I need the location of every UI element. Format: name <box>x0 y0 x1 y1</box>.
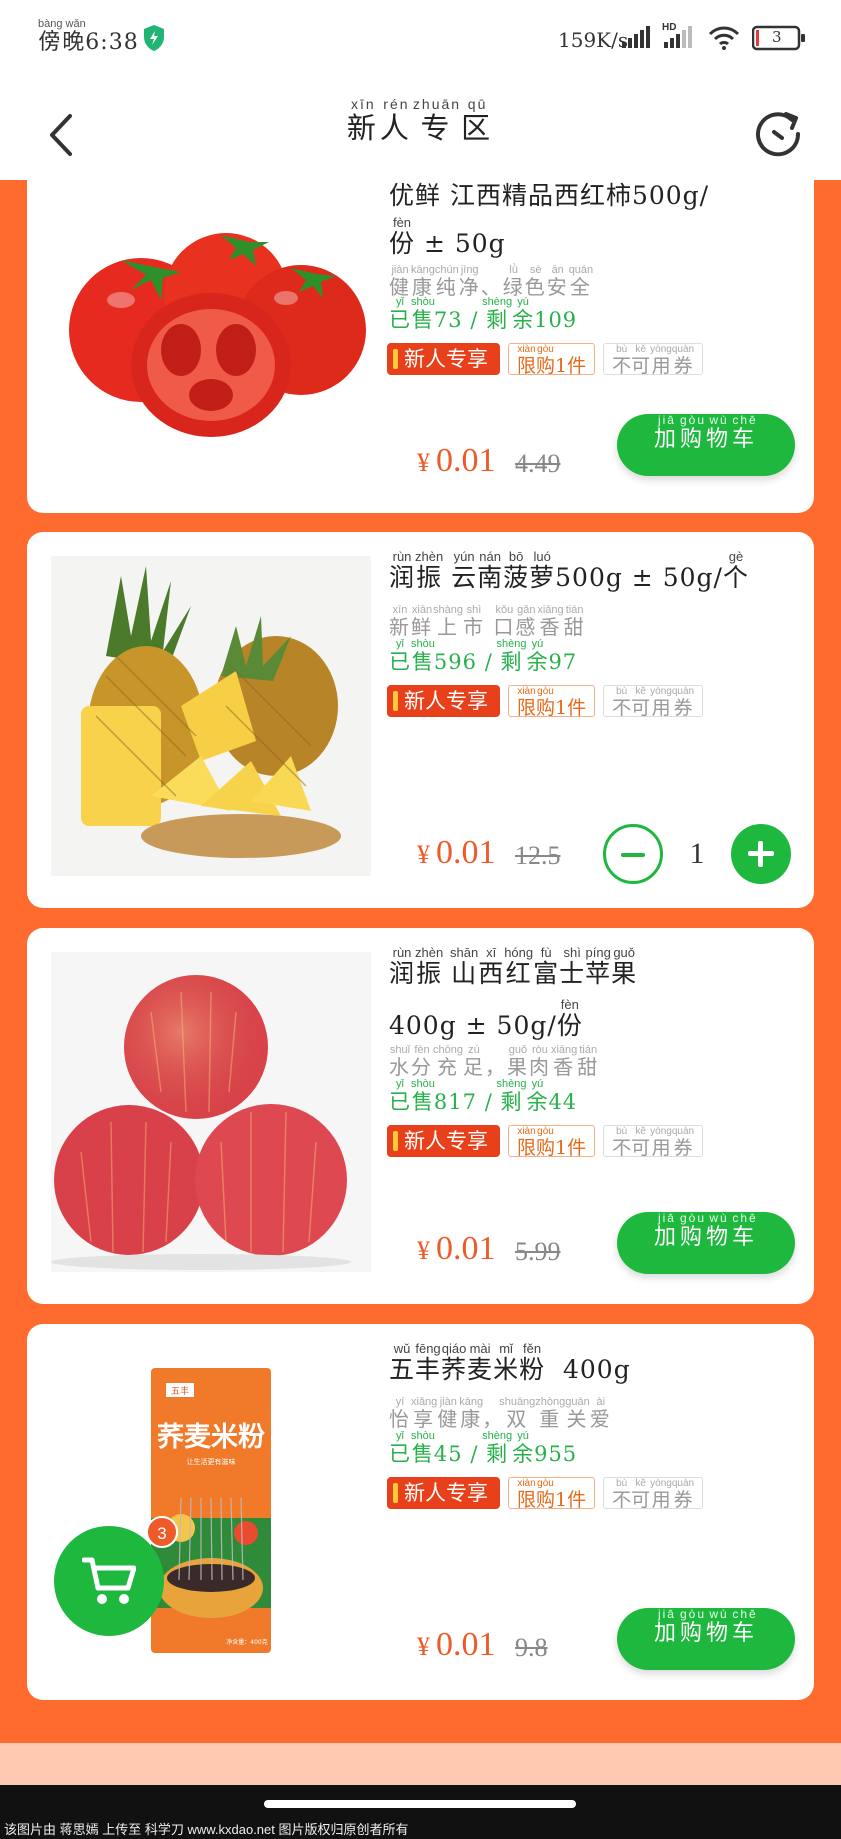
quantity-stepper: 1 <box>603 824 791 884</box>
stock-info: 已yǐ售shòu45 / 剩shèng余yú955 <box>389 1430 578 1466</box>
package-name: 荞麦米粉 <box>157 1422 265 1453</box>
page-header: 新xīn人rén专zhuān区qū <box>0 78 841 180</box>
price: ¥0.01 <box>417 834 496 871</box>
product-title: 优鲜 江西精品西红柿500g/ 份fèn ± 50g <box>389 181 710 258</box>
stock-info: 已yǐ售shòu73 / 剩shèng余yú109 <box>389 296 578 332</box>
shield-icon <box>144 25 164 51</box>
original-price: 12.5 <box>515 841 561 870</box>
tag-limit: 限xiàn购gòu1件 <box>508 1477 596 1511</box>
package-slogan: 让生活更有滋味 <box>187 1457 236 1466</box>
status-bar: 傍晚bàng wǎn6:38 159K/s HD 3 <box>0 0 841 78</box>
tag-no-coupon: 不bù可kě用券yòngquàn <box>603 343 704 377</box>
product-card-tomato[interactable]: 优鲜 江西精品西红柿500g/ 份fèn ± 50g 健jiàn康kāng纯ch… <box>27 180 814 513</box>
stock-info: 已yǐ售shòu817 / 剩shèng余yú44 <box>389 1078 578 1114</box>
product-subtitle: 健jiàn康kāng纯chún净jìng、绿lǜ色sè安ān全quán <box>389 264 594 299</box>
price: ¥0.01 <box>417 1626 496 1663</box>
product-subtitle: 新xīn鲜xiān上shàng市shì 口kǒu感gǎn香xiāng甜tián <box>389 604 586 639</box>
quantity-value: 1 <box>689 837 705 870</box>
add-to-cart-button[interactable]: 加jiā购gòu物wù车chē <box>617 413 795 476</box>
product-list: 优鲜 江西精品西红柿500g/ 份fèn ± 50g 健jiàn康kāng纯ch… <box>0 180 841 1743</box>
decrease-button[interactable] <box>603 824 663 884</box>
cart-count-badge: 3 <box>146 1516 178 1548</box>
package-brand: 五丰 <box>171 1385 189 1397</box>
pineapple-image <box>51 556 371 876</box>
floating-cart-button[interactable] <box>54 1526 164 1636</box>
tag-no-coupon: 不bù可kě用券yòngquàn <box>603 685 704 719</box>
price: ¥0.01 <box>417 1230 496 1267</box>
tag-no-coupon: 不bù可kě用券yòngquàn <box>603 1477 704 1511</box>
tomato-image <box>51 180 371 500</box>
watermark: 该图片由 蒋思嫣 上传至 科学刀 www.kxdao.net 图片版权归原创者所… <box>4 1822 409 1837</box>
tag-new-user: 新人专享 <box>387 685 500 717</box>
add-to-cart-button[interactable]: 加jiā购gòu物wù车chē <box>617 1211 795 1274</box>
tag-new-user: 新人专享 <box>387 1477 500 1509</box>
stock-info: 已yǐ售shòu596 / 剩shèng余yú97 <box>389 638 578 674</box>
tag-new-user: 新人专享 <box>387 1125 500 1157</box>
page-title: 新xīn人rén专zhuān区qū <box>346 96 495 145</box>
wifi-icon <box>708 26 740 50</box>
increase-button[interactable] <box>731 824 791 884</box>
product-title: 润rùn振zhèn 云yún南nán菠bō萝luó500g ± 50g/个gè <box>389 549 749 592</box>
original-price: 9.8 <box>515 1633 548 1662</box>
battery-level: 3 <box>772 28 782 46</box>
product-title: 润rùn振zhèn 山shān西xī红hóng富fù士shì苹píng果guǒ … <box>389 945 638 1040</box>
tag-new-user: 新人专享 <box>387 343 500 375</box>
product-card-apple[interactable]: 润rùn振zhèn 山shān西xī红hóng富fù士shì苹píng果guǒ … <box>27 928 814 1304</box>
signal-hd-icon <box>664 26 692 48</box>
tag-limit: 限xiàn购gòu1件 <box>508 343 596 377</box>
bottom-strip <box>0 1743 841 1785</box>
price: ¥0.01 <box>417 442 496 479</box>
tag-row: 新人专享 限xiàn购gòu1件 不bù可kě用券yòngquàn <box>387 685 704 719</box>
product-card-pineapple[interactable]: 润rùn振zhèn 云yún南nán菠bō萝luó500g ± 50g/个gè … <box>27 532 814 908</box>
product-subtitle: 水shuǐ分fèn充chōng足zú，果guǒ肉ròu香xiāng甜tián <box>389 1044 600 1079</box>
product-card-noodles[interactable]: 五丰 荞麦米粉 让生活更有滋味 净含量：400克 五wǔ丰fēng荞qiáo麦m… <box>27 1324 814 1700</box>
tag-row: 新人专享 限xiàn购gòu1件 不bù可kě用券yòngquàn <box>387 1125 704 1159</box>
tag-limit: 限xiàn购gòu1件 <box>508 1125 596 1159</box>
tag-limit: 限xiàn购gòu1件 <box>508 685 596 719</box>
tag-no-coupon: 不bù可kě用券yòngquàn <box>603 1125 704 1159</box>
original-price: 4.49 <box>515 449 561 478</box>
original-price: 5.99 <box>515 1237 561 1266</box>
product-title: 五wǔ丰fēng荞qiáo麦mài米mǐ粉fěn 400g <box>389 1341 631 1384</box>
signal-icon <box>622 26 650 48</box>
network-speed: 159K/s <box>558 28 629 52</box>
add-to-cart-button[interactable]: 加jiā购gòu物wù车chē <box>617 1607 795 1670</box>
tag-row: 新人专享 限xiàn购gòu1件 不bù可kě用券yòngquàn <box>387 343 704 377</box>
status-time: 傍晚bàng wǎn6:38 <box>38 18 139 55</box>
apple-image <box>51 952 371 1272</box>
shopping-cart-icon <box>82 1557 136 1604</box>
tag-row: 新人专享 限xiàn购gòu1件 不bù可kě用券yòngquàn <box>387 1477 704 1511</box>
refresh-icon[interactable] <box>752 108 804 160</box>
product-subtitle: 怡yí享xiǎng健jiàn康kāng，双shuāng重zhòng关guān爱à… <box>389 1396 612 1431</box>
home-indicator[interactable] <box>264 1800 576 1808</box>
package-weight: 净含量：400克 <box>226 1638 267 1646</box>
